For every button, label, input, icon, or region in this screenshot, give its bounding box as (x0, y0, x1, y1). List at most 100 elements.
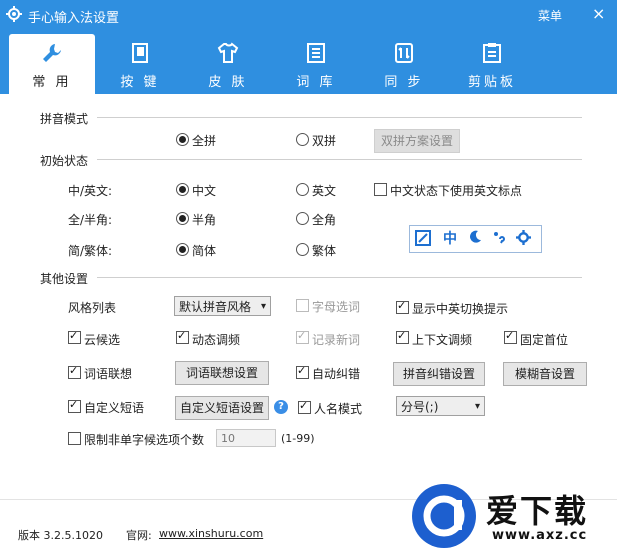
style-select-value: 默认拼音风格 (179, 300, 252, 314)
full-width-label: 全角 (312, 213, 337, 227)
simplified-label: 简体 (192, 244, 217, 258)
status-bar-preview: 中 (409, 225, 542, 253)
divider (97, 117, 582, 118)
context-freq-checkbox[interactable] (396, 329, 409, 344)
double-scheme-button[interactable]: 双拼方案设置 (374, 129, 460, 153)
gear-icon (514, 230, 532, 248)
dynamic-freq-label: 动态调频 (192, 333, 241, 347)
keyboard-icon (132, 43, 148, 63)
record-new-words-checkbox[interactable] (296, 329, 309, 344)
tab-label: 皮 肤 (208, 75, 248, 90)
settings-panel: 拼音模式 全拼 双拼 双拼方案设置 初始状态 中/英文: 中文 英文 中文状态下… (0, 94, 617, 554)
title-bar: 手心输入法设置 菜单 × 常 用 按 键 皮 肤 词 库 同 步 剪贴板 (0, 0, 617, 94)
version-label: 版本 3.2.5.1020 (18, 529, 103, 542)
tab-label: 同 步 (384, 75, 424, 90)
simp-trad-label: 简/繁体: (68, 244, 113, 258)
divider (97, 159, 582, 160)
word-assoc-label: 词语联想 (84, 367, 133, 381)
full-pinyin-radio[interactable] (176, 133, 189, 146)
zhong-icon: 中 (443, 231, 457, 247)
window-title: 手心输入法设置 (28, 11, 120, 26)
watermark-url: www.axz.cc (492, 528, 588, 543)
cn-en-punct-label: 中文状态下使用英文标点 (390, 184, 523, 198)
tab-label: 按 键 (120, 75, 160, 90)
section-pinyin-mode: 拼音模式 (40, 112, 89, 126)
chinese-radio[interactable] (176, 183, 189, 196)
tshirt-icon (217, 42, 239, 63)
watermark-logo: 爱下载 www.axz.cc (408, 482, 617, 554)
name-mode-checkbox[interactable] (298, 399, 311, 414)
divider (97, 277, 582, 278)
tab-dictionary[interactable]: 词 库 (273, 34, 359, 94)
word-assoc-settings-button[interactable]: 词语联想设置 (175, 361, 269, 385)
style-select[interactable]: 默认拼音风格 ▾ (174, 296, 271, 316)
chevron-down-icon: ▾ (474, 401, 480, 412)
site-label: 官网: (126, 529, 152, 542)
limit-candidates-label: 限制非单字候选项个数 (84, 433, 205, 447)
section-initial-state: 初始状态 (40, 154, 89, 168)
cloud-candidate-label: 云候选 (84, 333, 121, 347)
help-icon[interactable]: ? (274, 400, 288, 414)
settings-gear-icon (6, 6, 22, 22)
tab-keys[interactable]: 按 键 (97, 34, 183, 94)
tab-sync[interactable]: 同 步 (361, 34, 447, 94)
tab-general[interactable]: 常 用 (9, 34, 95, 94)
english-radio[interactable] (296, 183, 309, 196)
close-button[interactable]: × (592, 4, 605, 23)
full-width-radio[interactable] (296, 212, 309, 225)
auto-correct-label: 自动纠错 (312, 367, 361, 381)
pinyin-correct-settings-button[interactable]: 拼音纠错设置 (393, 362, 485, 386)
double-pinyin-radio[interactable] (296, 133, 309, 146)
watermark-text: 爱下载 (486, 492, 589, 530)
fixed-first-checkbox[interactable] (504, 329, 517, 344)
brush-icon (414, 230, 432, 248)
punct-icon (490, 230, 508, 248)
section-other-settings: 其他设置 (40, 272, 89, 286)
word-assoc-checkbox[interactable] (68, 364, 81, 379)
cn-en-label: 中/英文: (68, 184, 113, 198)
double-pinyin-label: 双拼 (312, 134, 337, 148)
title-row: 手心输入法设置 菜单 × (0, 0, 617, 30)
moon-icon (466, 230, 484, 248)
auto-correct-checkbox[interactable] (296, 364, 309, 379)
name-mode-label: 人名模式 (314, 402, 363, 416)
limit-range-label: (1-99) (281, 432, 315, 445)
context-freq-label: 上下文调频 (412, 333, 473, 347)
chinese-label: 中文 (192, 184, 217, 198)
full-pinyin-label: 全拼 (192, 134, 217, 148)
cloud-candidate-checkbox[interactable] (68, 329, 81, 344)
fixed-first-label: 固定首位 (520, 333, 569, 347)
record-new-words-label: 记录新词 (312, 333, 361, 347)
wrench-icon (43, 44, 61, 62)
tab-skin[interactable]: 皮 肤 (185, 34, 271, 94)
tab-label: 常 用 (32, 75, 72, 90)
tab-label: 剪贴板 (467, 75, 516, 90)
letter-select-checkbox[interactable] (296, 299, 309, 312)
cn-en-punct-checkbox[interactable] (374, 183, 387, 196)
fuzzy-settings-button[interactable]: 模糊音设置 (503, 362, 587, 386)
site-link[interactable]: www.xinshuru.com (159, 527, 263, 540)
custom-phrase-label: 自定义短语 (84, 401, 145, 415)
clipboard-icon (483, 43, 501, 63)
simplified-radio[interactable] (176, 243, 189, 256)
letter-select-label: 字母选词 (312, 300, 361, 314)
limit-candidates-checkbox[interactable] (68, 432, 81, 445)
half-full-label: 全/半角: (68, 213, 113, 227)
show-switch-hint-checkbox[interactable] (396, 299, 409, 314)
traditional-radio[interactable] (296, 243, 309, 256)
tab-label: 词 库 (296, 75, 336, 90)
custom-phrase-settings-button[interactable]: 自定义短语设置 (175, 396, 269, 420)
dynamic-freq-checkbox[interactable] (176, 329, 189, 344)
show-switch-hint-label: 显示中英切换提示 (412, 302, 509, 316)
list-icon (307, 43, 325, 63)
custom-phrase-checkbox[interactable] (68, 398, 81, 413)
menu-button[interactable]: 菜单 (538, 7, 562, 24)
chevron-down-icon: ▾ (260, 301, 266, 312)
english-label: 英文 (312, 184, 337, 198)
tab-clipboard[interactable]: 剪贴板 (449, 34, 535, 94)
name-mode-select[interactable]: 分号(;) ▾ (396, 396, 485, 416)
style-list-label: 风格列表 (68, 301, 117, 315)
traditional-label: 繁体 (312, 244, 337, 258)
half-width-radio[interactable] (176, 212, 189, 225)
limit-candidates-input[interactable]: 10 (216, 429, 276, 447)
